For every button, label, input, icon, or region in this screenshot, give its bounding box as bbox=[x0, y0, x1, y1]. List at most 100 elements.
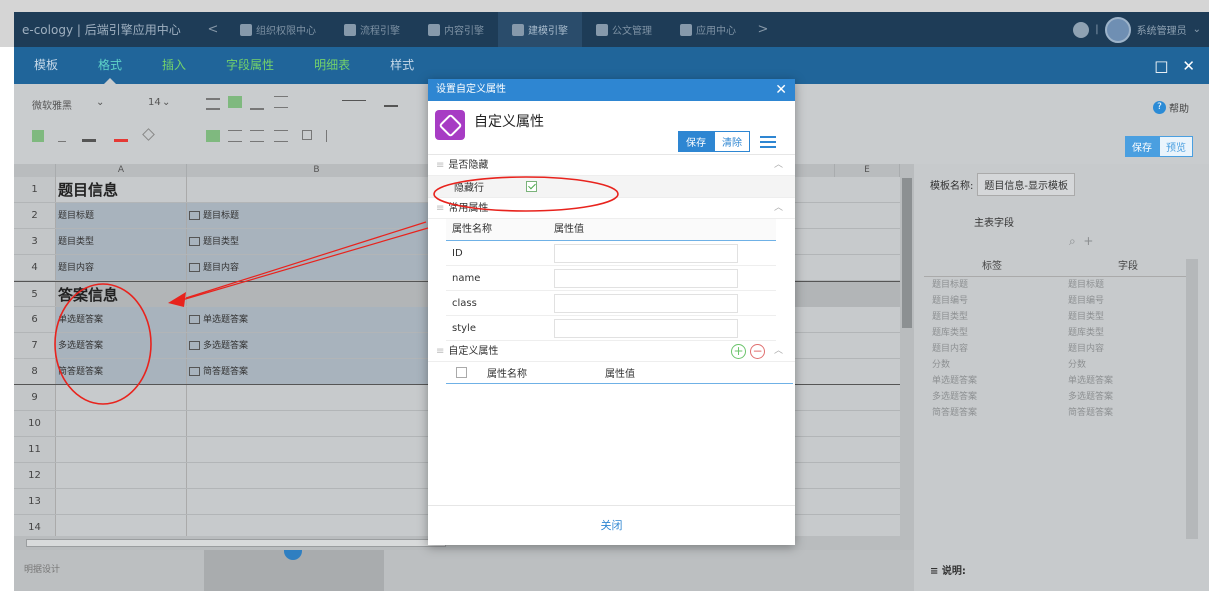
row-number[interactable]: 1 bbox=[14, 177, 56, 202]
column-header-b[interactable]: B bbox=[187, 164, 447, 177]
cell[interactable]: 多选题答案 bbox=[187, 333, 447, 358]
cell[interactable]: 简答题答案 bbox=[187, 359, 447, 384]
list-item[interactable]: 题库类型 题库类型 bbox=[924, 325, 1196, 341]
cell[interactable]: 题目标题 bbox=[187, 203, 447, 228]
cell[interactable]: 题目内容 bbox=[56, 255, 187, 280]
chevron-up-icon[interactable]: ︿ bbox=[774, 341, 783, 362]
hidden-row-checkbox[interactable] bbox=[526, 181, 537, 192]
font-color-icon[interactable] bbox=[114, 130, 128, 142]
select-all-checkbox[interactable] bbox=[456, 367, 467, 378]
row-number[interactable]: 3 bbox=[14, 229, 56, 254]
merge-icon[interactable] bbox=[326, 130, 336, 142]
row-number[interactable]: 2 bbox=[14, 203, 56, 228]
corner-cell[interactable] bbox=[14, 164, 56, 177]
align-middle-icon[interactable] bbox=[228, 96, 242, 108]
chevron-up-icon[interactable]: ︿ bbox=[774, 155, 783, 176]
row-number[interactable]: 12 bbox=[14, 463, 56, 488]
cell[interactable]: 单选题答案 bbox=[187, 307, 447, 332]
cell[interactable] bbox=[187, 437, 447, 462]
list-item[interactable]: 分数 分数 bbox=[924, 357, 1196, 373]
column-header-e[interactable]: E bbox=[835, 164, 900, 177]
cell[interactable] bbox=[187, 411, 447, 436]
menu-format[interactable]: 格式 bbox=[78, 47, 142, 84]
cell[interactable] bbox=[187, 489, 447, 514]
cell[interactable] bbox=[56, 385, 187, 410]
remove-row-icon[interactable]: − bbox=[750, 344, 765, 359]
close-icon[interactable]: ✕ bbox=[775, 79, 787, 101]
cell[interactable]: 题目信息 bbox=[56, 177, 187, 202]
chevron-down-icon[interactable]: ⌄ bbox=[1193, 24, 1201, 35]
save-button[interactable]: 保存 bbox=[678, 131, 714, 152]
style-input[interactable] bbox=[554, 318, 738, 338]
search-icon[interactable]: ⌕ bbox=[1069, 234, 1076, 248]
list-item[interactable]: 单选题答案 单选题答案 bbox=[924, 373, 1196, 389]
vertical-scrollbar[interactable] bbox=[1186, 259, 1198, 539]
list-item[interactable]: 题目编号 题目编号 bbox=[924, 293, 1196, 309]
row-number[interactable]: 4 bbox=[14, 255, 56, 280]
align-center-icon[interactable] bbox=[228, 130, 242, 142]
nav-org-permissions[interactable]: 组织权限中心 bbox=[226, 12, 330, 47]
name-input[interactable] bbox=[554, 268, 738, 288]
menu-style[interactable]: 样式 bbox=[370, 47, 434, 84]
id-input[interactable] bbox=[554, 243, 738, 263]
nav-workflow-engine[interactable]: 流程引擎 bbox=[330, 12, 414, 47]
cell[interactable] bbox=[187, 463, 447, 488]
nav-content-engine[interactable]: 内容引擎 bbox=[414, 12, 498, 47]
cell[interactable]: 题目类型 bbox=[56, 229, 187, 254]
scrollbar-thumb[interactable] bbox=[902, 178, 912, 328]
row-number[interactable]: 13 bbox=[14, 489, 56, 514]
cell[interactable]: 答案信息 bbox=[56, 282, 187, 306]
align-right-icon[interactable] bbox=[250, 130, 264, 142]
italic-button[interactable] bbox=[58, 130, 66, 142]
section-hidden[interactable]: ≡ 是否隐藏 ︿ bbox=[428, 155, 795, 176]
clear-format-icon[interactable] bbox=[142, 128, 155, 141]
avatar[interactable] bbox=[1104, 16, 1131, 43]
column-header-a[interactable]: A bbox=[56, 164, 187, 177]
vertical-scrollbar[interactable] bbox=[900, 164, 914, 550]
preview-button[interactable]: 预览 bbox=[1159, 136, 1193, 157]
cell[interactable] bbox=[56, 463, 187, 488]
section-common[interactable]: ≡ 常用属性 ︿ bbox=[428, 198, 795, 219]
row-number[interactable]: 5 bbox=[14, 282, 56, 306]
list-item[interactable]: 多选题答案 多选题答案 bbox=[924, 389, 1196, 405]
nav-next-arrow[interactable]: > bbox=[750, 22, 776, 37]
cell[interactable] bbox=[187, 282, 447, 306]
scrollbar-thumb[interactable] bbox=[26, 539, 446, 547]
more-icon[interactable] bbox=[1073, 21, 1090, 38]
line-style-select[interactable] bbox=[342, 100, 366, 112]
list-item[interactable]: 简答题答案 简答题答案 bbox=[924, 405, 1196, 421]
cell[interactable]: 题目内容 bbox=[187, 255, 447, 280]
fill-color-icon[interactable] bbox=[82, 130, 96, 142]
nav-modeling-engine[interactable]: 建模引擎 bbox=[498, 12, 582, 47]
menu-detail-table[interactable]: 明细表 bbox=[294, 47, 370, 84]
help-button[interactable]: ? 帮助 bbox=[1153, 100, 1189, 115]
border-icon[interactable] bbox=[302, 130, 312, 140]
list-item[interactable]: 题目类型 题目类型 bbox=[924, 309, 1196, 325]
cell[interactable]: 多选题答案 bbox=[56, 333, 187, 358]
cell[interactable] bbox=[187, 177, 447, 202]
row-number[interactable]: 8 bbox=[14, 359, 56, 384]
close-button[interactable]: 关闭 bbox=[428, 505, 795, 545]
list-icon[interactable] bbox=[760, 135, 776, 148]
nav-prev-arrow[interactable]: < bbox=[200, 22, 226, 37]
row-number[interactable]: 11 bbox=[14, 437, 56, 462]
clear-button[interactable]: 清除 bbox=[714, 131, 750, 152]
cell[interactable] bbox=[56, 411, 187, 436]
row-number[interactable]: 6 bbox=[14, 307, 56, 332]
nav-document-management[interactable]: 公文管理 bbox=[582, 12, 666, 47]
cell[interactable]: 单选题答案 bbox=[56, 307, 187, 332]
chevron-up-icon[interactable]: ︿ bbox=[774, 198, 783, 219]
app-title[interactable]: e-cology | 后端引擎应用中心 bbox=[14, 21, 200, 38]
align-bottom-icon[interactable] bbox=[250, 98, 264, 110]
list-item[interactable]: 题目标题 题目标题 bbox=[924, 277, 1196, 293]
bold-button[interactable] bbox=[32, 130, 44, 142]
add-icon[interactable]: + bbox=[1083, 234, 1093, 248]
add-row-icon[interactable]: + bbox=[731, 344, 746, 359]
align-left-icon[interactable] bbox=[206, 130, 220, 142]
maximize-icon[interactable]: □ bbox=[1154, 57, 1168, 75]
close-icon[interactable]: ✕ bbox=[1182, 57, 1195, 75]
cell[interactable] bbox=[56, 437, 187, 462]
menu-template[interactable]: 模板 bbox=[14, 47, 78, 84]
row-number[interactable]: 10 bbox=[14, 411, 56, 436]
font-size-select[interactable]: 14 bbox=[148, 97, 161, 108]
